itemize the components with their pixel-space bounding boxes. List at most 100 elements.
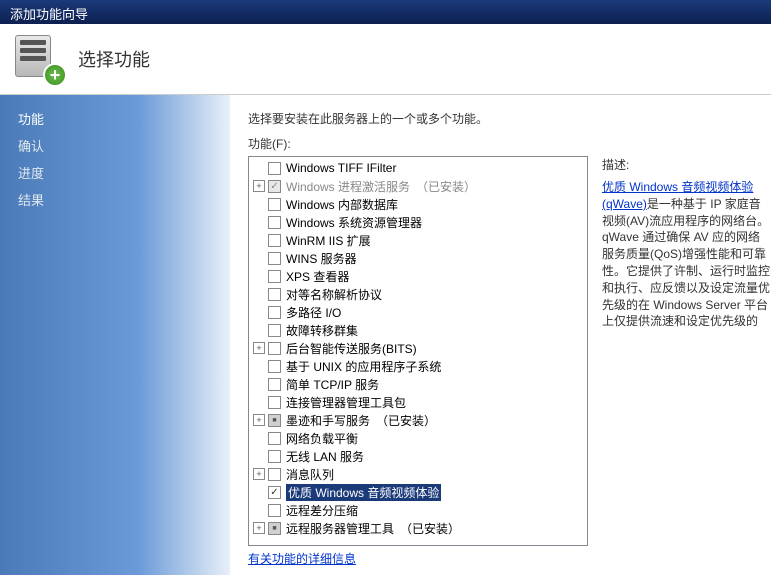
feature-checkbox[interactable] (268, 414, 281, 427)
feature-label[interactable]: WinRM IIS 扩展 (286, 232, 371, 249)
feature-checkbox[interactable] (268, 234, 281, 247)
feature-row[interactable]: 远程差分压缩 (249, 501, 587, 519)
more-info-link[interactable]: 有关功能的详细信息 (248, 550, 771, 567)
tree-expander-icon[interactable]: + (253, 468, 265, 480)
feature-label[interactable]: 基于 UNIX 的应用程序子系统 (286, 358, 441, 375)
feature-row[interactable]: Windows 系统资源管理器 (249, 213, 587, 231)
feature-row[interactable]: WINS 服务器 (249, 249, 587, 267)
feature-row[interactable]: 优质 Windows 音频视频体验 (249, 483, 587, 501)
feature-checkbox[interactable] (268, 378, 281, 391)
tree-expander-icon[interactable]: + (253, 414, 265, 426)
feature-row[interactable]: + 消息队列 (249, 465, 587, 483)
feature-suffix: （已安装） (400, 520, 460, 537)
feature-row[interactable]: 网络负载平衡 (249, 429, 587, 447)
tree-expander-icon[interactable]: + (253, 342, 265, 354)
tree-expander-icon[interactable]: + (253, 522, 265, 534)
feature-label[interactable]: 简单 TCP/IP 服务 (286, 376, 379, 393)
feature-checkbox[interactable] (268, 396, 281, 409)
tree-expander-icon (253, 216, 265, 228)
window-title: 添加功能向导 (10, 7, 88, 22)
feature-label[interactable]: 连接管理器管理工具包 (286, 394, 406, 411)
wizard-steps-sidebar: 功能 确认 进度 结果 (0, 95, 230, 575)
tree-expander-icon[interactable]: + (253, 180, 265, 192)
feature-checkbox[interactable] (268, 288, 281, 301)
feature-row[interactable]: + 远程服务器管理工具 （已安装） (249, 519, 587, 537)
feature-row[interactable]: + 后台智能传送服务(BITS) (249, 339, 587, 357)
feature-checkbox[interactable] (268, 360, 281, 373)
feature-checkbox[interactable] (268, 486, 281, 499)
window-titlebar: 添加功能向导 (0, 0, 771, 24)
feature-row[interactable]: 故障转移群集 (249, 321, 587, 339)
description-panel: 描述: 优质 Windows 音频视频体验(qWave)是一种基于 IP 家庭音… (602, 156, 771, 544)
features-tree[interactable]: Windows TIFF IFilter + Windows 进程激活服务 （已安装）… (248, 156, 588, 546)
feature-row[interactable]: 简单 TCP/IP 服务 (249, 375, 587, 393)
feature-checkbox[interactable] (268, 432, 281, 445)
feature-label[interactable]: Windows 系统资源管理器 (286, 214, 422, 231)
feature-label[interactable]: 远程服务器管理工具 (286, 520, 394, 537)
feature-row[interactable]: 多路径 I/O (249, 303, 587, 321)
description-body: 是一种基于 IP 家庭音视频(AV)流应用程序的网络台。qWave 通过确保 A… (602, 197, 770, 329)
sidebar-step-progress[interactable]: 进度 (0, 159, 230, 186)
feature-row[interactable]: XPS 查看器 (249, 267, 587, 285)
feature-label[interactable]: Windows TIFF IFilter (286, 161, 396, 175)
feature-label[interactable]: 无线 LAN 服务 (286, 448, 364, 465)
feature-row[interactable]: 连接管理器管理工具包 (249, 393, 587, 411)
tree-expander-icon (253, 486, 265, 498)
feature-checkbox[interactable] (268, 504, 281, 517)
feature-checkbox[interactable] (268, 216, 281, 229)
feature-label[interactable]: 故障转移群集 (286, 322, 358, 339)
sidebar-step-features[interactable]: 功能 (0, 105, 230, 132)
wizard-header: + 选择功能 (0, 24, 771, 94)
feature-row[interactable]: 基于 UNIX 的应用程序子系统 (249, 357, 587, 375)
feature-checkbox[interactable] (268, 306, 281, 319)
tree-expander-icon (253, 504, 265, 516)
feature-label[interactable]: 多路径 I/O (286, 304, 341, 321)
feature-row[interactable]: + Windows 进程激活服务 （已安装） (249, 177, 587, 195)
tree-expander-icon (253, 288, 265, 300)
feature-row[interactable]: Windows 内部数据库 (249, 195, 587, 213)
feature-row[interactable]: 无线 LAN 服务 (249, 447, 587, 465)
description-title: 描述: (602, 156, 771, 173)
feature-checkbox[interactable] (268, 198, 281, 211)
sidebar-step-confirm[interactable]: 确认 (0, 132, 230, 159)
feature-checkbox[interactable] (268, 162, 281, 175)
plus-icon: + (43, 63, 67, 87)
main-panel: 选择要安装在此服务器上的一个或多个功能。 功能(F): Windows TIFF… (230, 95, 771, 575)
feature-checkbox[interactable] (268, 522, 281, 535)
feature-label[interactable]: WINS 服务器 (286, 250, 357, 267)
tree-expander-icon (253, 324, 265, 336)
feature-label[interactable]: XPS 查看器 (286, 268, 349, 285)
feature-row[interactable]: +墨迹和手写服务（已安装） (249, 411, 587, 429)
tree-expander-icon (253, 360, 265, 372)
feature-row[interactable]: Windows TIFF IFilter (249, 159, 587, 177)
tree-expander-icon (253, 198, 265, 210)
feature-row[interactable]: 对等名称解析协议 (249, 285, 587, 303)
wizard-icon: + (15, 35, 63, 83)
features-label: 功能(F): (248, 135, 771, 152)
tree-expander-icon (253, 234, 265, 246)
feature-label[interactable]: 对等名称解析协议 (286, 286, 382, 303)
feature-checkbox[interactable] (268, 450, 281, 463)
feature-checkbox[interactable] (268, 342, 281, 355)
tree-expander-icon (253, 396, 265, 408)
feature-label[interactable]: 网络负载平衡 (286, 430, 358, 447)
feature-label[interactable]: 墨迹和手写服务 (286, 412, 370, 429)
feature-checkbox[interactable] (268, 252, 281, 265)
feature-checkbox[interactable] (268, 468, 281, 481)
feature-row[interactable]: WinRM IIS 扩展 (249, 231, 587, 249)
tree-expander-icon (253, 270, 265, 282)
feature-label[interactable]: 后台智能传送服务(BITS) (286, 340, 417, 357)
feature-label[interactable]: Windows 进程激活服务 (286, 178, 410, 195)
feature-label[interactable]: 消息队列 (286, 466, 334, 483)
feature-checkbox[interactable] (268, 270, 281, 283)
feature-label[interactable]: 优质 Windows 音频视频体验 (286, 484, 441, 501)
feature-label[interactable]: Windows 内部数据库 (286, 196, 398, 213)
sidebar-step-results[interactable]: 结果 (0, 186, 230, 213)
feature-suffix: （已安装） (416, 178, 476, 195)
description-text: 优质 Windows 音频视频体验(qWave)是一种基于 IP 家庭音视频(A… (602, 179, 771, 330)
tree-expander-icon (253, 162, 265, 174)
feature-label[interactable]: 远程差分压缩 (286, 502, 358, 519)
instruction-text: 选择要安装在此服务器上的一个或多个功能。 (248, 110, 771, 127)
feature-checkbox[interactable] (268, 324, 281, 337)
tree-expander-icon (253, 252, 265, 264)
